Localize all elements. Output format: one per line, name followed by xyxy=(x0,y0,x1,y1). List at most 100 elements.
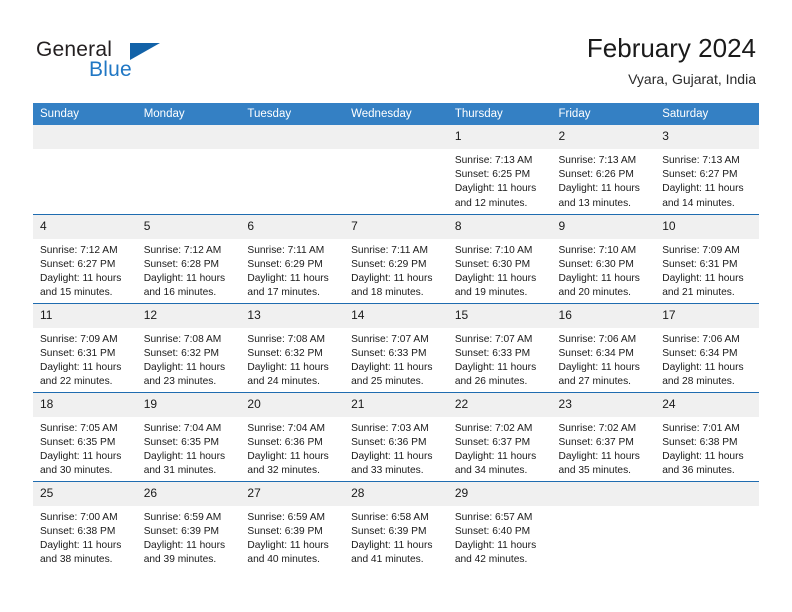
calendar-day-cell[interactable]: 26 Sunrise: 6:59 AM Sunset: 6:39 PM Dayligh… xyxy=(136,480,241,570)
calendar-day-cell[interactable]: 19 Sunrise: 7:04 AM Sunset: 6:35 PM Dayligh… xyxy=(136,391,241,481)
daylight-text-line1: Daylight: 11 hours xyxy=(454,183,537,195)
day-details: Sunrise: 6:58 AM Sunset: 6:39 PM Daylight:… xyxy=(344,506,448,568)
calendar-day-cell[interactable]: 24 Sunrise: 7:01 AM Sunset: 6:38 PM Dayligh… xyxy=(655,391,759,481)
daylight-text-line1: Daylight: 11 hours xyxy=(143,539,226,551)
calendar-day-cell[interactable]: 21 Sunrise: 7:03 AM Sunset: 6:36 PM Dayligh… xyxy=(344,391,448,481)
sunset-text: Sunset: 6:39 PM xyxy=(143,525,220,537)
sunset-text: Sunset: 6:32 PM xyxy=(247,347,323,359)
daylight-text-line1: Daylight: 11 hours xyxy=(40,450,122,462)
sunset-text: Sunset: 6:31 PM xyxy=(662,258,738,270)
daylight-text-line2: and 24 minutes. xyxy=(247,376,320,388)
daylight-text-line1: Daylight: 11 hours xyxy=(40,361,122,373)
calendar-cell-empty xyxy=(136,125,241,214)
calendar-day-cell[interactable]: 23 Sunrise: 7:02 AM Sunset: 6:37 PM Dayligh… xyxy=(551,391,656,481)
calendar-day-cell[interactable]: 10 Sunrise: 7:09 AM Sunset: 6:31 PM Dayligh… xyxy=(655,213,759,303)
day-number: 14 xyxy=(344,303,448,328)
daylight-text-line2: and 19 minutes. xyxy=(454,287,528,299)
daylight-text-line2: and 40 minutes. xyxy=(247,554,320,566)
calendar-day-cell[interactable]: 6 Sunrise: 7:11 AM Sunset: 6:29 PM Daylight… xyxy=(240,213,345,303)
sunrise-text: Sunrise: 7:13 AM xyxy=(662,155,740,166)
brand-logo[interactable]: General Blue xyxy=(36,38,216,88)
sunset-text: Sunset: 6:30 PM xyxy=(558,258,634,270)
day-number: 7 xyxy=(344,214,448,239)
calendar-day-cell[interactable]: 22 Sunrise: 7:02 AM Sunset: 6:37 PM Dayligh… xyxy=(447,391,552,481)
calendar-day-cell[interactable]: 27 Sunrise: 6:59 AM Sunset: 6:39 PM Dayligh… xyxy=(240,480,345,570)
calendar-day-cell[interactable]: 29 Sunrise: 6:57 AM Sunset: 6:40 PM Dayligh… xyxy=(447,480,552,570)
daylight-text-line2: and 22 minutes. xyxy=(40,376,113,388)
day-number: 9 xyxy=(551,214,656,239)
daylight-text-line2: and 15 minutes. xyxy=(40,287,113,299)
calendar-page: General Blue February 2024 Vyara, Gujara… xyxy=(0,0,792,612)
sunrise-text: Sunrise: 7:09 AM xyxy=(662,244,740,256)
day-details: Sunrise: 7:11 AM Sunset: 6:29 PM Daylight:… xyxy=(344,239,448,301)
calendar-day-cell[interactable]: 8 Sunrise: 7:10 AM Sunset: 6:30 PM Daylight… xyxy=(447,213,552,303)
daylight-text-line1: Daylight: 11 hours xyxy=(662,450,744,462)
day-number: 27 xyxy=(240,481,345,506)
sunset-text: Sunset: 6:25 PM xyxy=(454,169,531,181)
calendar-day-cell[interactable]: 11 Sunrise: 7:09 AM Sunset: 6:31 PM Dayligh… xyxy=(33,302,137,392)
calendar-day-cell[interactable]: 18 Sunrise: 7:05 AM Sunset: 6:35 PM Dayligh… xyxy=(33,391,137,481)
calendar-day-cell[interactable]: 20 Sunrise: 7:04 AM Sunset: 6:36 PM Dayligh… xyxy=(240,391,345,481)
sunset-text: Sunset: 6:37 PM xyxy=(558,436,634,448)
day-number: 18 xyxy=(33,392,137,417)
sunrise-text: Sunrise: 7:10 AM xyxy=(558,244,637,256)
day-number: 2 xyxy=(551,125,656,149)
sunrise-text: Sunrise: 7:06 AM xyxy=(558,333,637,345)
calendar-day-cell[interactable]: 4 Sunrise: 7:12 AM Sunset: 6:27 PM Daylight… xyxy=(33,213,137,303)
sunset-text: Sunset: 6:34 PM xyxy=(558,347,634,359)
calendar-day-cell[interactable]: 15 Sunrise: 7:07 AM Sunset: 6:33 PM Dayligh… xyxy=(447,302,552,392)
calendar-grid: Sunday Monday Tuesday Wednesday Thursday… xyxy=(33,103,759,570)
sunrise-text: Sunrise: 7:05 AM xyxy=(40,422,118,434)
daylight-text-line2: and 33 minutes. xyxy=(351,465,424,477)
day-details: Sunrise: 7:13 AM Sunset: 6:27 PM Daylight:… xyxy=(655,149,759,211)
calendar-day-cell[interactable]: 12 Sunrise: 7:08 AM Sunset: 6:32 PM Dayligh… xyxy=(136,302,241,392)
daylight-text-line1: Daylight: 11 hours xyxy=(351,450,433,462)
daylight-text-line2: and 25 minutes. xyxy=(351,376,424,388)
day-number: 8 xyxy=(447,214,552,239)
calendar-day-cell[interactable]: 28 Sunrise: 6:58 AM Sunset: 6:39 PM Dayligh… xyxy=(344,480,448,570)
sunset-text: Sunset: 6:26 PM xyxy=(558,169,634,181)
calendar-day-cell[interactable]: 16 Sunrise: 7:06 AM Sunset: 6:34 PM Dayligh… xyxy=(551,302,656,392)
calendar-day-cell[interactable]: 1 Sunrise: 7:13 AM Sunset: 6:25 PM Daylight… xyxy=(447,125,552,214)
sunrise-text: Sunrise: 6:59 AM xyxy=(247,511,325,523)
day-details: Sunrise: 7:02 AM Sunset: 6:37 PM Daylight:… xyxy=(448,417,552,479)
calendar-week-row: 11 Sunrise: 7:09 AM Sunset: 6:31 PM Dayligh… xyxy=(33,302,759,392)
calendar-day-cell[interactable]: 25 Sunrise: 7:00 AM Sunset: 6:38 PM Dayligh… xyxy=(33,480,137,570)
day-details: Sunrise: 7:11 AM Sunset: 6:29 PM Daylight:… xyxy=(240,239,344,301)
daylight-text-line2: and 26 minutes. xyxy=(454,376,528,388)
day-details: Sunrise: 7:07 AM Sunset: 6:33 PM Daylight:… xyxy=(344,328,448,390)
calendar-day-cell[interactable]: 14 Sunrise: 7:07 AM Sunset: 6:33 PM Dayligh… xyxy=(344,302,448,392)
calendar-day-cell[interactable]: 17 Sunrise: 7:06 AM Sunset: 6:34 PM Dayligh… xyxy=(655,302,759,392)
daylight-text-line1: Daylight: 11 hours xyxy=(558,272,640,284)
daylight-text-line1: Daylight: 11 hours xyxy=(143,361,226,373)
day-details: Sunrise: 7:06 AM Sunset: 6:34 PM Daylight:… xyxy=(655,328,759,390)
calendar-day-cell[interactable]: 3 Sunrise: 7:13 AM Sunset: 6:27 PM Daylight… xyxy=(655,125,759,214)
sunrise-text: Sunrise: 7:07 AM xyxy=(351,333,429,345)
title-block: February 2024 Vyara, Gujarat, India xyxy=(587,32,756,89)
daylight-text-line2: and 12 minutes. xyxy=(454,197,528,209)
daylight-text-line2: and 23 minutes. xyxy=(143,376,217,388)
sunset-text: Sunset: 6:38 PM xyxy=(40,525,116,537)
sunset-text: Sunset: 6:38 PM xyxy=(662,436,738,448)
day-number xyxy=(551,481,656,506)
calendar-day-cell[interactable]: 2 Sunrise: 7:13 AM Sunset: 6:26 PM Daylight… xyxy=(551,125,656,214)
daylight-text-line1: Daylight: 11 hours xyxy=(247,450,329,462)
daylight-text-line2: and 30 minutes. xyxy=(40,465,113,477)
calendar-day-cell[interactable]: 5 Sunrise: 7:12 AM Sunset: 6:28 PM Daylight… xyxy=(136,213,241,303)
calendar-day-cell[interactable]: 7 Sunrise: 7:11 AM Sunset: 6:29 PM Daylight… xyxy=(344,213,448,303)
calendar-day-cell[interactable]: 13 Sunrise: 7:08 AM Sunset: 6:32 PM Dayligh… xyxy=(240,302,345,392)
daylight-text-line2: and 35 minutes. xyxy=(558,465,632,477)
day-details: Sunrise: 7:09 AM Sunset: 6:31 PM Daylight:… xyxy=(655,239,759,301)
day-details: Sunrise: 7:13 AM Sunset: 6:26 PM Daylight:… xyxy=(552,149,656,211)
sunset-text: Sunset: 6:39 PM xyxy=(351,525,427,537)
day-details: Sunrise: 7:07 AM Sunset: 6:33 PM Daylight:… xyxy=(448,328,552,390)
day-details: Sunrise: 6:57 AM Sunset: 6:40 PM Daylight:… xyxy=(448,506,552,568)
calendar-day-cell[interactable]: 9 Sunrise: 7:10 AM Sunset: 6:30 PM Daylight… xyxy=(551,213,656,303)
daylight-text-line1: Daylight: 11 hours xyxy=(40,539,122,551)
sunrise-text: Sunrise: 7:08 AM xyxy=(247,333,325,345)
sunset-text: Sunset: 6:32 PM xyxy=(143,347,220,359)
sunset-text: Sunset: 6:40 PM xyxy=(454,525,531,537)
sunset-text: Sunset: 6:35 PM xyxy=(40,436,116,448)
day-number: 17 xyxy=(655,303,759,328)
sunrise-text: Sunrise: 7:08 AM xyxy=(143,333,222,345)
